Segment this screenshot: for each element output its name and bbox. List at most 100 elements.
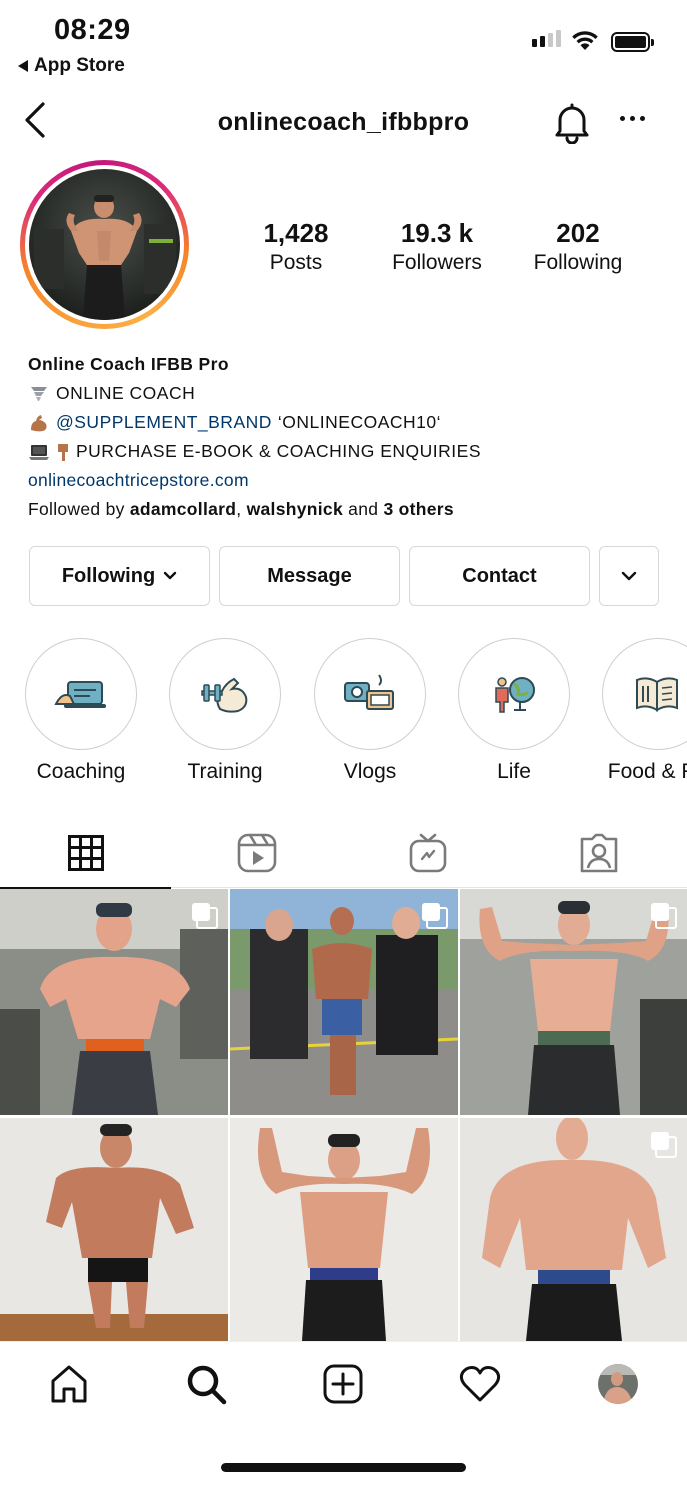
message-button-label: Message	[267, 564, 352, 587]
carousel-icon	[651, 903, 677, 929]
post-thumbnail[interactable]	[460, 889, 687, 1115]
highlight-food-label: Food & Re	[607, 760, 687, 783]
suggested-accounts-button[interactable]	[599, 546, 659, 606]
nav-new-post[interactable]	[321, 1362, 365, 1406]
nav-activity[interactable]	[458, 1362, 502, 1406]
pointing-down-emoji-icon	[58, 443, 68, 461]
profile-tabs	[0, 818, 687, 889]
followed-by-and: and	[348, 499, 379, 519]
add-post-icon	[323, 1364, 363, 1404]
bio-coach-text: ONLINE COACH	[56, 383, 196, 403]
more-options-icon[interactable]	[620, 116, 645, 121]
igtv-icon	[409, 833, 446, 873]
battery-icon	[611, 32, 654, 52]
following-button[interactable]: Following	[29, 546, 210, 606]
highlight-life[interactable]: Life	[458, 638, 570, 784]
post-thumbnail[interactable]	[230, 1118, 458, 1341]
tab-igtv[interactable]	[342, 818, 513, 888]
status-bar: 08:29 App Store	[0, 0, 687, 84]
stat-posts-value: 1,428	[263, 218, 329, 248]
notification-bell-icon[interactable]	[551, 100, 593, 144]
reels-icon	[237, 833, 276, 873]
followed-by-line[interactable]: Followed by adamcollard, walshynick and …	[28, 495, 668, 524]
highlight-food-cover	[602, 638, 687, 750]
highlight-life-label: Life	[497, 760, 531, 783]
profile-display-name: Online Coach IFBB Pro	[28, 354, 229, 374]
highlight-vlogs-label: Vlogs	[343, 760, 397, 783]
post-thumbnail[interactable]	[0, 1118, 228, 1341]
highlight-training-label: Training	[187, 760, 263, 783]
flexed-bicep-emoji-icon	[31, 414, 47, 431]
stat-followers-value: 19.3 k	[400, 218, 474, 248]
contact-button[interactable]: Contact	[409, 546, 590, 606]
profile-bio: Online Coach IFBB Pro ONLINE COACH @SUPP…	[28, 350, 668, 524]
home-indicator	[221, 1463, 466, 1472]
carousel-icon	[422, 903, 448, 929]
chevron-down-icon	[621, 571, 637, 581]
cellular-signal-icon	[532, 30, 561, 47]
status-time: 08:29	[54, 14, 131, 46]
nav-profile[interactable]	[596, 1362, 640, 1406]
heart-icon	[459, 1366, 501, 1402]
bio-line-supplement: @SUPPLEMENT_BRAND ‘ONLINECOACH10‘	[28, 408, 668, 437]
stat-posts-label: Posts	[269, 251, 323, 274]
followed-by-prefix: Followed by	[28, 499, 125, 519]
stat-following[interactable]: 202 Following	[524, 218, 632, 275]
laptop-emoji-icon	[29, 444, 49, 460]
coaching-icon	[54, 681, 106, 708]
bio-line-coach: ONLINE COACH	[28, 379, 668, 408]
posts-grid	[0, 889, 687, 1341]
highlight-coaching[interactable]: Coaching	[25, 638, 137, 784]
followed-by-user-1: adamcollard	[129, 499, 237, 519]
highlight-vlogs-cover	[314, 638, 426, 750]
profile-avatar-image	[29, 169, 180, 320]
stat-following-value: 202	[556, 218, 600, 248]
highlight-life-cover	[458, 638, 570, 750]
post-thumbnail[interactable]	[0, 889, 228, 1115]
tab-tagged[interactable]	[513, 818, 684, 888]
stat-posts[interactable]: 1,428 Posts	[248, 218, 344, 275]
profile-avatar-ring[interactable]	[20, 160, 189, 329]
nav-home[interactable]	[47, 1362, 91, 1406]
bio-purchase-text: PURCHASE E-BOOK & COACHING ENQUIRIES	[76, 441, 482, 461]
message-button[interactable]: Message	[219, 546, 400, 606]
vlogs-icon	[344, 674, 394, 710]
food-icon	[636, 677, 678, 712]
stat-following-label: Following	[533, 251, 623, 274]
stat-followers-label: Followers	[392, 251, 482, 274]
search-icon	[187, 1365, 227, 1405]
back-to-app-store[interactable]: App Store	[18, 55, 125, 77]
followed-by-user-2: walshynick	[246, 499, 343, 519]
highlight-training[interactable]: Training	[169, 638, 281, 784]
tagged-icon	[580, 833, 617, 873]
profile-avatar	[598, 1364, 638, 1404]
highlight-training-cover	[169, 638, 281, 750]
carousel-icon	[651, 1132, 677, 1158]
bio-mention-link[interactable]: @SUPPLEMENT_BRAND	[56, 408, 272, 437]
tab-reels[interactable]	[171, 818, 342, 888]
tornado-emoji-icon	[31, 386, 47, 401]
nav-search[interactable]	[184, 1362, 228, 1406]
home-icon	[51, 1365, 87, 1403]
contact-button-label: Contact	[462, 564, 537, 587]
stat-followers[interactable]: 19.3 k Followers	[382, 218, 492, 275]
bio-website-link[interactable]: onlinecoachtricepstore.com	[28, 466, 668, 495]
bio-code-text: ‘ONLINECOACH10‘	[277, 412, 442, 432]
highlight-coaching-cover	[25, 638, 137, 750]
training-icon	[201, 677, 248, 713]
highlight-food[interactable]: Food & Re	[602, 638, 687, 784]
highlight-vlogs[interactable]: Vlogs	[314, 638, 426, 784]
post-thumbnail[interactable]	[460, 1118, 687, 1341]
post-thumbnail[interactable]	[230, 889, 458, 1115]
profile-header: onlinecoach_ifbbpro	[0, 92, 687, 154]
back-triangle-icon	[18, 60, 28, 72]
highlight-coaching-label: Coaching	[36, 760, 126, 783]
wifi-icon	[572, 31, 598, 50]
tab-posts-grid[interactable]	[0, 818, 171, 889]
chevron-down-icon	[163, 571, 177, 580]
life-icon	[495, 677, 535, 713]
grid-icon	[67, 835, 104, 871]
following-button-label: Following	[61, 564, 156, 587]
followed-by-separator: ,	[236, 499, 242, 519]
carousel-icon	[192, 903, 218, 929]
